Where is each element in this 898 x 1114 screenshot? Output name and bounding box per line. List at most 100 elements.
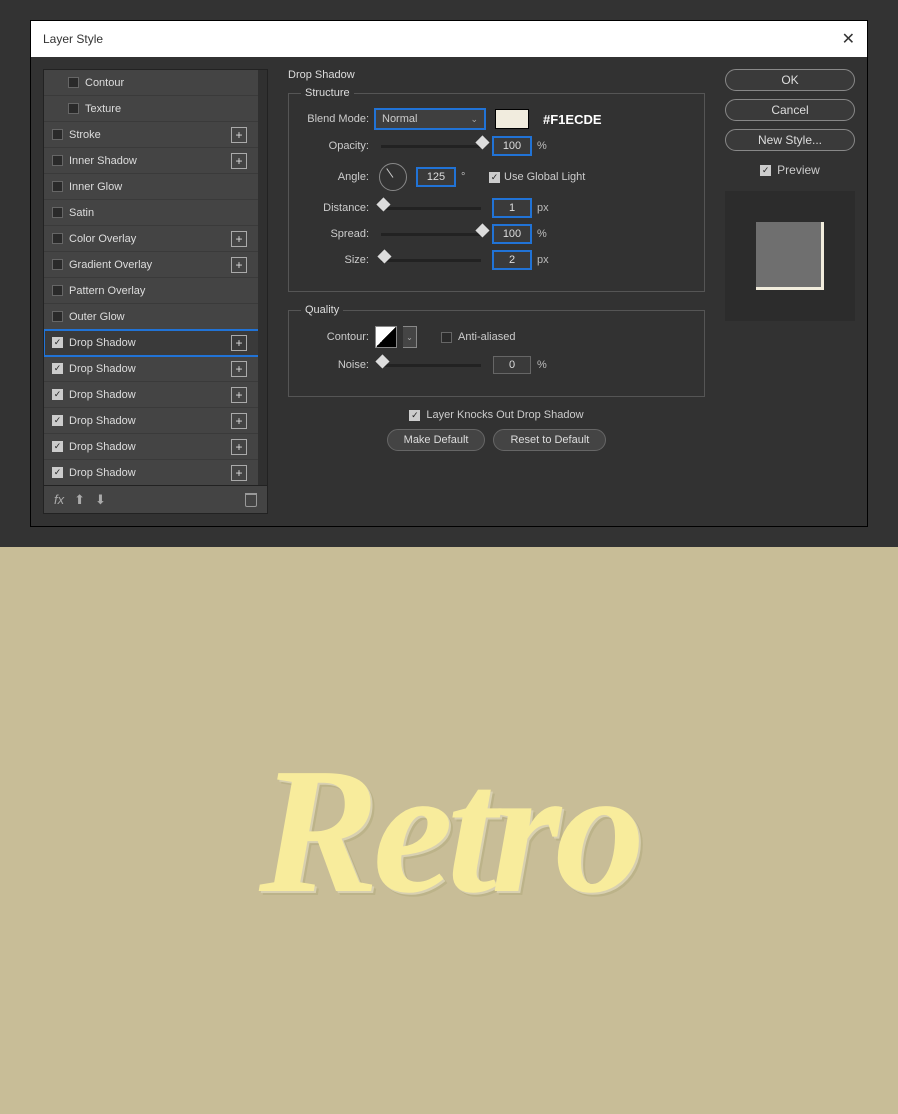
- opacity-slider[interactable]: [381, 145, 481, 148]
- effect-row-drop-shadow[interactable]: Drop Shadow+: [44, 434, 267, 460]
- effect-checkbox[interactable]: [52, 259, 63, 270]
- spread-input[interactable]: 100: [493, 225, 531, 243]
- effect-row-drop-shadow[interactable]: Drop Shadow +: [44, 408, 267, 434]
- knockout-checkbox[interactable]: [409, 410, 420, 421]
- color-hex: #F1ECDE: [543, 112, 602, 127]
- effect-label: Satin: [69, 207, 253, 219]
- effect-row-drop-shadow[interactable]: Drop Shadow +: [44, 382, 267, 408]
- document-canvas: Retro: [0, 547, 898, 1114]
- noise-label: Noise:: [301, 359, 369, 371]
- effect-label: Drop Shadow: [69, 467, 225, 479]
- effects-footer: fx ⬆ ⬇: [44, 485, 267, 513]
- global-light-checkbox[interactable]: [489, 172, 500, 183]
- effect-checkbox[interactable]: [52, 285, 63, 296]
- fx-icon[interactable]: fx: [54, 492, 64, 507]
- effect-row-drop-shadow[interactable]: Drop Shadow+: [44, 330, 267, 356]
- color-swatch[interactable]: [495, 109, 529, 129]
- scrollbar-thumb[interactable]: [259, 70, 266, 390]
- preview-thumbnail: [725, 191, 855, 321]
- effect-checkbox[interactable]: [52, 415, 63, 426]
- effect-checkbox[interactable]: [52, 363, 63, 374]
- distance-slider[interactable]: [381, 207, 481, 210]
- structure-legend: Structure: [301, 87, 354, 99]
- cancel-button[interactable]: Cancel: [725, 99, 855, 121]
- effect-label: Outer Glow: [69, 311, 253, 323]
- effect-row-stroke[interactable]: Stroke+: [44, 122, 267, 148]
- effect-checkbox[interactable]: [68, 77, 79, 88]
- effect-label: Drop Shadow: [69, 363, 225, 375]
- effect-checkbox[interactable]: [52, 337, 63, 348]
- effect-checkbox[interactable]: [52, 389, 63, 400]
- preview-checkbox[interactable]: [760, 165, 771, 176]
- effect-row-color-overlay[interactable]: Color Overlay +: [44, 226, 267, 252]
- add-effect-icon[interactable]: +: [231, 387, 247, 403]
- layer-style-dialog: Layer Style ✕ ContourTextureStroke+Inner…: [30, 20, 868, 527]
- add-effect-icon[interactable]: +: [231, 439, 247, 455]
- effect-row-drop-shadow[interactable]: Drop Shadow +: [44, 356, 267, 382]
- noise-input[interactable]: 0: [493, 356, 531, 374]
- effect-row-satin[interactable]: Satin: [44, 200, 267, 226]
- blend-mode-dropdown[interactable]: Normal ⌄: [375, 109, 485, 129]
- add-effect-icon[interactable]: +: [231, 127, 247, 143]
- reset-default-button[interactable]: Reset to Default: [493, 429, 606, 451]
- settings-panel: Drop Shadow Structure Blend Mode: Normal…: [280, 69, 713, 514]
- effect-row-inner-glow[interactable]: Inner Glow: [44, 174, 267, 200]
- effect-row-texture[interactable]: Texture: [44, 96, 267, 122]
- effect-row-pattern-overlay[interactable]: Pattern Overlay: [44, 278, 267, 304]
- dialog-title: Layer Style: [43, 32, 103, 46]
- opacity-input[interactable]: 100: [493, 137, 531, 155]
- add-effect-icon[interactable]: +: [231, 413, 247, 429]
- effect-checkbox[interactable]: [52, 129, 63, 140]
- titlebar[interactable]: Layer Style ✕: [31, 21, 867, 57]
- add-effect-icon[interactable]: +: [231, 231, 247, 247]
- angle-input[interactable]: 125: [417, 168, 455, 186]
- size-unit: px: [537, 254, 553, 266]
- knockout-label: Layer Knocks Out Drop Shadow: [426, 409, 583, 421]
- preview-label: Preview: [777, 163, 820, 177]
- make-default-button[interactable]: Make Default: [387, 429, 486, 451]
- quality-group: Quality Contour: ⌄ Anti-aliased Noise: 0…: [288, 304, 705, 397]
- effect-label: Texture: [85, 103, 253, 115]
- effect-checkbox[interactable]: [52, 233, 63, 244]
- effect-row-contour[interactable]: Contour: [44, 70, 267, 96]
- effect-label: Drop Shadow: [69, 389, 225, 401]
- anti-aliased-checkbox[interactable]: [441, 332, 452, 343]
- size-label: Size:: [301, 254, 369, 266]
- contour-swatch[interactable]: [375, 326, 397, 348]
- effect-checkbox[interactable]: [52, 467, 63, 478]
- new-style-button[interactable]: New Style...: [725, 129, 855, 151]
- global-light-label: Use Global Light: [504, 171, 585, 183]
- angle-dial[interactable]: [379, 163, 407, 191]
- move-down-icon[interactable]: ⬇: [95, 492, 106, 508]
- close-icon[interactable]: ✕: [842, 29, 855, 49]
- effect-checkbox[interactable]: [52, 441, 63, 452]
- anti-aliased-label: Anti-aliased: [458, 331, 515, 343]
- add-effect-icon[interactable]: +: [231, 335, 247, 351]
- effect-checkbox[interactable]: [52, 207, 63, 218]
- size-slider[interactable]: [381, 259, 481, 262]
- ok-button[interactable]: OK: [725, 69, 855, 91]
- effect-row-gradient-overlay[interactable]: Gradient Overlay+: [44, 252, 267, 278]
- effect-row-outer-glow[interactable]: Outer Glow: [44, 304, 267, 330]
- effect-checkbox[interactable]: [68, 103, 79, 114]
- spread-slider[interactable]: [381, 233, 481, 236]
- effect-label: Drop Shadow: [69, 415, 225, 427]
- add-effect-icon[interactable]: +: [231, 465, 247, 481]
- trash-icon[interactable]: [245, 493, 257, 507]
- distance-input[interactable]: 1: [493, 199, 531, 217]
- add-effect-icon[interactable]: +: [231, 361, 247, 377]
- move-up-icon[interactable]: ⬆: [74, 492, 85, 508]
- size-input[interactable]: 2: [493, 251, 531, 269]
- settings-heading: Drop Shadow: [288, 69, 705, 81]
- effect-checkbox[interactable]: [52, 155, 63, 166]
- noise-slider[interactable]: [381, 364, 481, 367]
- add-effect-icon[interactable]: +: [231, 257, 247, 273]
- effect-label: Color Overlay: [69, 233, 225, 245]
- effect-row-drop-shadow[interactable]: Drop Shadow +: [44, 460, 267, 485]
- effect-row-inner-shadow[interactable]: Inner Shadow+: [44, 148, 267, 174]
- effect-checkbox[interactable]: [52, 181, 63, 192]
- contour-dropdown[interactable]: ⌄: [403, 326, 417, 348]
- add-effect-icon[interactable]: +: [231, 153, 247, 169]
- quality-legend: Quality: [301, 304, 343, 316]
- effect-checkbox[interactable]: [52, 311, 63, 322]
